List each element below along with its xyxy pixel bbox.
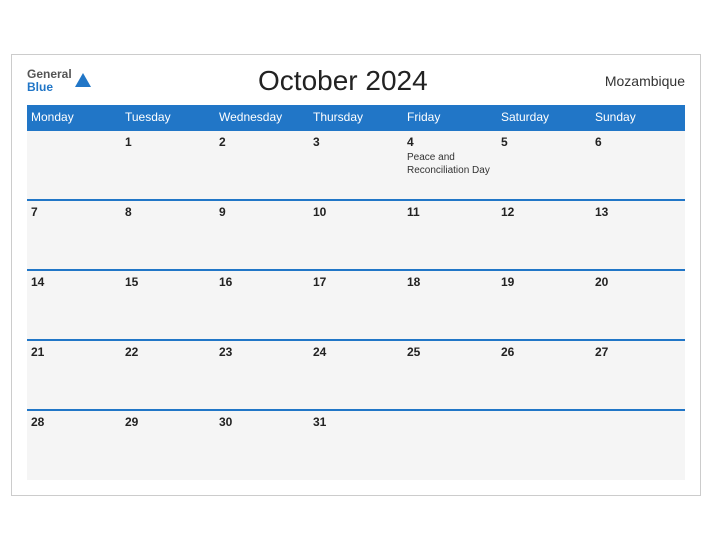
day-number: 6 — [595, 135, 681, 149]
day-number: 29 — [125, 415, 211, 429]
day-number: 27 — [595, 345, 681, 359]
calendar-cell: 29 — [121, 410, 215, 480]
calendar-cell: 9 — [215, 200, 309, 270]
week-row-3: 14 15 16 17 18 19 20 — [27, 270, 685, 340]
weekday-header-thursday: Thursday — [309, 105, 403, 130]
calendar-cell: 2 — [215, 130, 309, 200]
week-row-1: 1234 Peace and Reconciliation Day 56 — [27, 130, 685, 200]
calendar-cell: 26 — [497, 340, 591, 410]
event-text: Peace and Reconciliation Day — [407, 151, 493, 177]
calendar-cell: 7 — [27, 200, 121, 270]
calendar-cell: 15 — [121, 270, 215, 340]
day-number: 4 — [407, 135, 493, 149]
calendar-header: General Blue October 2024 Mozambique — [27, 65, 685, 97]
day-number: 20 — [595, 275, 681, 289]
calendar-cell: 25 — [403, 340, 497, 410]
day-number: 23 — [219, 345, 305, 359]
day-number: 15 — [125, 275, 211, 289]
week-row-5: 28 29 30 31 — [27, 410, 685, 480]
calendar-cell: 31 — [309, 410, 403, 480]
calendar-cell: 3 — [309, 130, 403, 200]
calendar-cell: 20 — [591, 270, 685, 340]
day-number: 3 — [313, 135, 399, 149]
calendar-cell — [403, 410, 497, 480]
calendar-cell: 23 — [215, 340, 309, 410]
calendar-cell: 24 — [309, 340, 403, 410]
calendar-cell: 18 — [403, 270, 497, 340]
calendar-cell: 27 — [591, 340, 685, 410]
day-number: 8 — [125, 205, 211, 219]
day-number: 28 — [31, 415, 117, 429]
calendar-cell: 5 — [497, 130, 591, 200]
calendar-cell: 22 — [121, 340, 215, 410]
day-number: 25 — [407, 345, 493, 359]
calendar-cell: 12 — [497, 200, 591, 270]
calendar-table: MondayTuesdayWednesdayThursdayFridaySatu… — [27, 105, 685, 480]
day-number: 21 — [31, 345, 117, 359]
weekday-header-row: MondayTuesdayWednesdayThursdayFridaySatu… — [27, 105, 685, 130]
day-number: 10 — [313, 205, 399, 219]
day-number: 18 — [407, 275, 493, 289]
day-number: 26 — [501, 345, 587, 359]
calendar-cell: 8 — [121, 200, 215, 270]
country-label: Mozambique — [595, 73, 685, 89]
calendar-title: October 2024 — [258, 65, 428, 97]
calendar-cell: 10 — [309, 200, 403, 270]
weekday-header-friday: Friday — [403, 105, 497, 130]
day-number: 22 — [125, 345, 211, 359]
calendar-cell: 11 — [403, 200, 497, 270]
day-number: 13 — [595, 205, 681, 219]
weekday-header-saturday: Saturday — [497, 105, 591, 130]
calendar-cell: 4 Peace and Reconciliation Day — [403, 130, 497, 200]
day-number: 11 — [407, 205, 493, 219]
calendar-cell: 30 — [215, 410, 309, 480]
calendar-cell — [497, 410, 591, 480]
logo: General Blue — [27, 68, 91, 94]
calendar-container: General Blue October 2024 Mozambique Mon… — [11, 54, 701, 496]
day-number: 31 — [313, 415, 399, 429]
day-number: 17 — [313, 275, 399, 289]
day-number: 7 — [31, 205, 117, 219]
day-number: 14 — [31, 275, 117, 289]
calendar-cell: 13 — [591, 200, 685, 270]
calendar-cell — [27, 130, 121, 200]
logo-triangle-icon — [75, 73, 91, 87]
calendar-cell: 17 — [309, 270, 403, 340]
day-number: 5 — [501, 135, 587, 149]
calendar-cell: 21 — [27, 340, 121, 410]
weekday-header-tuesday: Tuesday — [121, 105, 215, 130]
calendar-cell: 19 — [497, 270, 591, 340]
logo-blue: Blue — [27, 81, 72, 94]
day-number: 2 — [219, 135, 305, 149]
week-row-4: 21 22 23 24 25 26 27 — [27, 340, 685, 410]
day-number: 12 — [501, 205, 587, 219]
calendar-cell — [591, 410, 685, 480]
day-number: 16 — [219, 275, 305, 289]
weekday-header-sunday: Sunday — [591, 105, 685, 130]
day-number: 24 — [313, 345, 399, 359]
calendar-cell: 6 — [591, 130, 685, 200]
calendar-cell: 28 — [27, 410, 121, 480]
weekday-header-monday: Monday — [27, 105, 121, 130]
day-number: 9 — [219, 205, 305, 219]
day-number: 1 — [125, 135, 211, 149]
calendar-cell: 1 — [121, 130, 215, 200]
day-number: 19 — [501, 275, 587, 289]
logo-text: General Blue — [27, 68, 72, 94]
week-row-2: 789 10 11 12 13 — [27, 200, 685, 270]
weekday-header-wednesday: Wednesday — [215, 105, 309, 130]
calendar-cell: 16 — [215, 270, 309, 340]
day-number: 30 — [219, 415, 305, 429]
calendar-cell: 14 — [27, 270, 121, 340]
